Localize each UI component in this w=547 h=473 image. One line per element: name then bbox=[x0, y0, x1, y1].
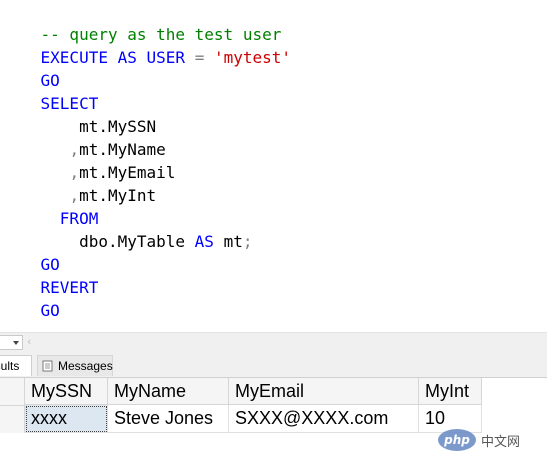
column-header-myssn[interactable]: MySSN bbox=[25, 378, 108, 405]
column-header-myname[interactable]: MyName bbox=[108, 378, 229, 405]
code-line-col-int: ,mt.MyInt bbox=[2, 161, 156, 205]
table-alias: mt bbox=[223, 232, 243, 251]
watermark-text: 中文网 bbox=[481, 434, 521, 450]
code-line-execute-as: EXECUTE AS USER = 'mytest' bbox=[2, 23, 292, 67]
cell-myssn[interactable]: xxxx bbox=[25, 405, 108, 433]
string-literal-user: 'mytest' bbox=[213, 48, 292, 67]
tab-messages-label: Messages bbox=[58, 359, 113, 373]
keyword-as: AS bbox=[194, 232, 214, 251]
sql-query-editor[interactable]: -- query as the test user EXECUTE AS USE… bbox=[0, 0, 547, 332]
operator-equals: = bbox=[194, 48, 205, 67]
messages-icon bbox=[42, 360, 53, 372]
keyword-user: USER bbox=[146, 48, 186, 67]
results-grid: MySSN MyName MyEmail MyInt xxxx Steve Jo… bbox=[0, 378, 547, 473]
keyword-as: AS bbox=[117, 48, 137, 67]
keyword-go: GO bbox=[40, 301, 60, 320]
scroll-left-icon[interactable]: ‹ bbox=[27, 335, 31, 348]
results-tab-strip: esults Messages bbox=[0, 351, 547, 378]
chevron-down-icon[interactable] bbox=[13, 341, 19, 345]
php-logo-text: php bbox=[444, 433, 470, 447]
column-header-myint[interactable]: MyInt bbox=[419, 378, 482, 405]
cell-myemail[interactable]: SXXX@XXXX.com bbox=[229, 405, 419, 433]
row-header-divider bbox=[0, 405, 25, 406]
code-line-from: FROM bbox=[2, 184, 99, 228]
code-line-comment: -- query as the test user bbox=[2, 0, 282, 44]
code-line-table: dbo.MyTable AS mt; bbox=[2, 207, 252, 251]
code-line-select: SELECT bbox=[2, 69, 99, 113]
tab-messages[interactable]: Messages bbox=[37, 355, 113, 376]
code-line-go: GO bbox=[2, 46, 60, 90]
code-line-col-ssn: mt.MySSN bbox=[2, 92, 156, 136]
table-name: dbo.MyTable bbox=[79, 232, 186, 251]
code-line-go: GO bbox=[2, 276, 60, 320]
php-logo: php bbox=[438, 429, 476, 451]
zoom-dropdown[interactable] bbox=[0, 335, 23, 350]
tab-results-label: esults bbox=[0, 359, 20, 373]
code-line-go: GO bbox=[2, 230, 60, 274]
cell-myname[interactable]: Steve Jones bbox=[108, 405, 229, 433]
code-line-revert: REVERT bbox=[2, 253, 99, 297]
semicolon: ; bbox=[242, 232, 253, 251]
editor-horizontal-scrollbar[interactable]: ‹ bbox=[0, 332, 547, 351]
code-line-col-name: ,mt.MyName bbox=[2, 115, 165, 159]
column-header-myemail[interactable]: MyEmail bbox=[229, 378, 419, 405]
code-line-col-email: ,mt.MyEmail bbox=[2, 138, 175, 182]
site-watermark: php 中文网 bbox=[438, 428, 520, 452]
tab-results[interactable]: esults bbox=[0, 355, 32, 376]
